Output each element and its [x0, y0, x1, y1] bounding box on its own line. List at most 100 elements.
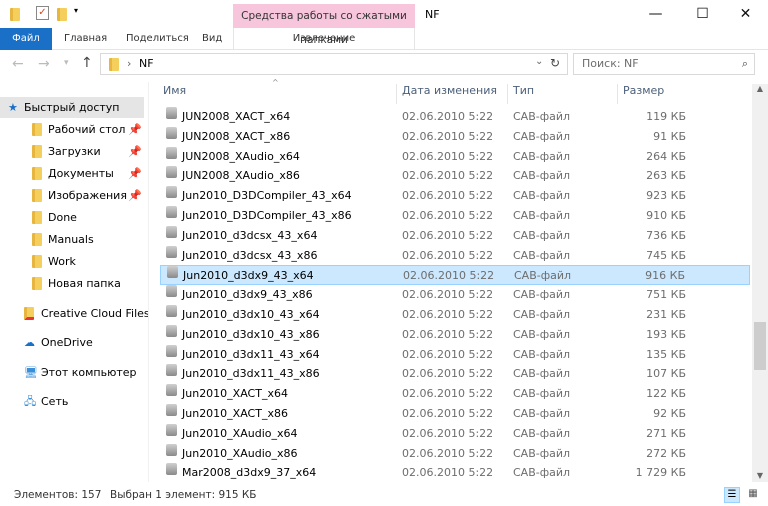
column-header-type[interactable]: Тип — [513, 84, 613, 104]
sidebar-item-done[interactable]: Done — [32, 207, 77, 228]
sidebar-item-quick-access[interactable]: ★ Быстрый доступ — [0, 97, 144, 118]
file-row[interactable]: Jun2010_d3dcsx_43_x64 02.06.2010 5:22 CA… — [160, 225, 750, 246]
file-row[interactable]: Jun2010_d3dx11_43_x86 02.06.2010 5:22 CA… — [160, 364, 750, 384]
file-date: 02.06.2010 5:22 — [402, 248, 494, 262]
file-row[interactable]: Jun2010_d3dx10_43_x64 02.06.2010 5:22 CA… — [160, 305, 750, 325]
file-type: CAB-файл — [513, 228, 571, 242]
sidebar-item-pictures[interactable]: Изображения 📌 — [32, 185, 144, 206]
recent-locations-button[interactable]: ▾ — [64, 58, 69, 68]
vertical-scrollbar[interactable]: ▲ ▼ — [752, 84, 768, 482]
network-icon: 🖧 — [24, 395, 37, 408]
scroll-down-arrow[interactable]: ▼ — [752, 471, 768, 480]
file-name: Jun2010_D3DCompiler_43_x86 — [182, 209, 352, 222]
column-header-size[interactable]: Размер — [623, 84, 703, 104]
sidebar-item-this-pc[interactable]: 🖥 Этот компьютер — [24, 362, 137, 383]
cab-file-icon — [166, 245, 177, 258]
search-input[interactable]: Поиск: NF ⌕ — [573, 53, 755, 75]
column-header-name[interactable]: Имя — [163, 84, 393, 104]
file-row[interactable]: Jun2010_d3dx11_43_x64 02.06.2010 5:22 CA… — [160, 344, 750, 365]
cab-file-icon — [166, 384, 177, 397]
file-row[interactable]: Jun2010_d3dx10_43_x86 02.06.2010 5:22 CA… — [160, 324, 750, 345]
tab-extract[interactable]: Извлечение — [233, 28, 415, 50]
file-type: CAB-файл — [514, 269, 572, 283]
file-row[interactable]: Jun2010_XAudio_x86 02.06.2010 5:22 CAB-ф… — [160, 443, 750, 464]
tab-file[interactable]: Файл — [0, 28, 52, 50]
file-type: CAB-файл — [513, 129, 571, 143]
downloads-folder-icon — [32, 145, 42, 158]
sidebar-item-label: Этот компьютер — [41, 366, 137, 379]
file-row[interactable]: Jun2010_XACT_x86 02.06.2010 5:22 CAB-фай… — [160, 404, 750, 424]
file-type: CAB-файл — [513, 347, 571, 361]
file-row[interactable]: Jun2010_D3DCompiler_43_x64 02.06.2010 5:… — [160, 186, 750, 206]
sidebar-item-documents[interactable]: Документы 📌 — [32, 163, 144, 184]
file-name: Jun2010_d3dx10_43_x86 — [182, 327, 320, 341]
large-icons-view-button[interactable]: ▦ — [745, 487, 761, 503]
sidebar-item-downloads[interactable]: Загрузки 📌 — [32, 141, 144, 162]
scroll-up-arrow[interactable]: ▲ — [752, 84, 768, 93]
sidebar-item-network[interactable]: 🖧 Сеть — [24, 391, 68, 412]
pin-icon[interactable]: 📌 — [128, 141, 142, 162]
file-row[interactable]: JUN2008_XACT_x64 02.06.2010 5:22 CAB-фай… — [160, 107, 750, 127]
pin-icon[interactable]: 📌 — [128, 185, 142, 206]
file-name: Jun2010_d3dcsx_43_x64 — [182, 228, 318, 242]
refresh-icon[interactable]: ↻ — [550, 56, 560, 70]
file-row[interactable]: Jun2010_d3dx9_43_x86 02.06.2010 5:22 CAB… — [160, 285, 750, 305]
new-folder-icon[interactable] — [57, 8, 67, 21]
back-button[interactable]: ← — [12, 56, 24, 72]
file-size: 92 КБ — [653, 407, 686, 420]
column-divider[interactable] — [507, 84, 508, 104]
file-size: 916 КБ — [645, 269, 685, 283]
file-date: 02.06.2010 5:22 — [402, 347, 494, 361]
sidebar-item-new-folder[interactable]: Новая папка — [32, 273, 121, 294]
pin-icon[interactable]: 📌 — [128, 163, 142, 184]
tab-view[interactable]: Вид — [190, 28, 234, 50]
up-button[interactable]: ↑ — [81, 55, 93, 71]
address-bar[interactable]: › NF ⌄ ↻ — [100, 53, 568, 75]
column-header-date[interactable]: Дата изменения — [402, 84, 502, 104]
file-date: 02.06.2010 5:22 — [402, 367, 494, 381]
file-row[interactable]: Jun2010_d3dx9_43_x64 02.06.2010 5:22 CAB… — [160, 265, 750, 286]
cab-file-icon — [166, 126, 177, 139]
details-view-button[interactable]: ☰ — [724, 487, 740, 503]
sidebar-item-work[interactable]: Work — [32, 251, 76, 272]
file-row[interactable]: JUN2008_XAudio_x86 02.06.2010 5:22 CAB-ф… — [160, 166, 750, 186]
maximize-button[interactable]: ☐ — [680, 0, 725, 30]
column-divider[interactable] — [617, 84, 618, 104]
customize-toolbar-icon[interactable]: ▾ — [74, 6, 78, 15]
file-type: CAB-файл — [513, 407, 571, 420]
pin-icon[interactable]: 📌 — [128, 119, 142, 140]
cab-file-icon — [166, 186, 177, 199]
tab-share[interactable]: Поделиться — [114, 28, 201, 50]
file-name: Jun2010_d3dx10_43_x64 — [182, 308, 320, 321]
file-date: 02.06.2010 5:22 — [402, 466, 494, 480]
minimize-button[interactable]: — — [633, 0, 678, 30]
forward-button[interactable]: → — [38, 56, 50, 72]
breadcrumb-nf[interactable]: NF — [139, 57, 154, 70]
file-row[interactable]: JUN2008_XACT_x86 02.06.2010 5:22 CAB-фай… — [160, 126, 750, 147]
column-divider[interactable] — [396, 84, 397, 104]
properties-icon[interactable]: ✓ — [36, 6, 49, 20]
file-row[interactable]: Mar2008_d3dx9_37_x64 02.06.2010 5:22 CAB… — [160, 463, 750, 483]
sidebar-item-desktop[interactable]: Рабочий стол 📌 — [32, 119, 144, 140]
cab-file-icon — [166, 305, 177, 317]
sidebar-item-manuals[interactable]: Manuals — [32, 229, 94, 250]
file-size: 264 КБ — [646, 149, 686, 163]
file-row[interactable]: Jun2010_XACT_x64 02.06.2010 5:22 CAB-фай… — [160, 384, 750, 404]
file-row[interactable]: JUN2008_XAudio_x64 02.06.2010 5:22 CAB-ф… — [160, 146, 750, 167]
scrollbar-thumb[interactable] — [754, 322, 766, 370]
desktop-folder-icon — [32, 123, 42, 136]
folder-icon — [32, 255, 42, 268]
sidebar-item-onedrive[interactable]: ☁ OneDrive — [24, 332, 93, 353]
close-button[interactable]: ✕ — [723, 0, 768, 30]
sidebar-item-label: Done — [48, 211, 77, 224]
file-date: 02.06.2010 5:22 — [403, 269, 495, 283]
file-date: 02.06.2010 5:22 — [402, 189, 494, 203]
file-row[interactable]: Jun2010_d3dcsx_43_x86 02.06.2010 5:22 CA… — [160, 245, 750, 266]
file-row[interactable]: Jun2010_XAudio_x64 02.06.2010 5:22 CAB-ф… — [160, 423, 750, 444]
file-row[interactable]: Jun2010_D3DCompiler_43_x86 02.06.2010 5:… — [160, 206, 750, 226]
sidebar-item-creative-cloud[interactable]: Creative Cloud Files — [24, 303, 150, 324]
file-size: 135 КБ — [646, 347, 686, 361]
tab-home[interactable]: Главная — [52, 28, 119, 50]
file-type: CAB-файл — [513, 248, 571, 262]
dropdown-icon[interactable]: ⌄ — [535, 56, 543, 67]
